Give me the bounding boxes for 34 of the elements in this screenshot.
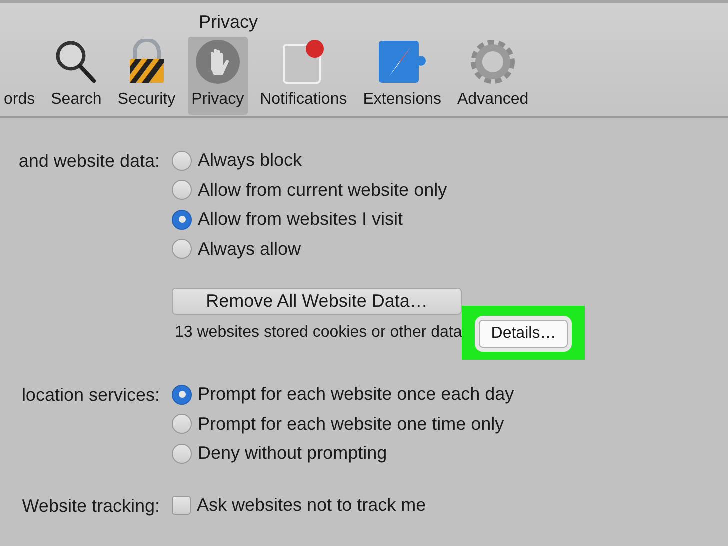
toolbar-tab[interactable]: Search: [47, 37, 106, 115]
toolbar-tab[interactable]: Privacy: [188, 37, 248, 115]
radio-button[interactable]: [172, 210, 192, 230]
radio-button[interactable]: [172, 414, 192, 434]
radio-label: Prompt for each website once each day: [198, 384, 514, 406]
tracking-label: Website tracking:: [21, 494, 160, 518]
compass-icon: [377, 39, 428, 85]
toolbar-tab[interactable]: Security: [114, 37, 180, 115]
notification-icon: [280, 39, 327, 85]
radio-label: Allow from current website only: [198, 180, 448, 201]
radio-button[interactable]: [172, 239, 192, 260]
radio-label: Prompt for each website one time only: [198, 414, 504, 435]
toolbar-tab[interactable]: Extensions: [359, 37, 446, 115]
cookies-label: and website data:: [18, 150, 160, 173]
radio-button[interactable]: [172, 444, 192, 464]
radio-label: Deny without prompting: [198, 443, 388, 464]
toolbar-tab[interactable]: ords: [0, 37, 40, 115]
gear-icon: [470, 39, 516, 85]
search-icon: [54, 39, 98, 85]
radio-label: Allow from websites I visit: [198, 209, 404, 230]
location-label: location services:: [20, 384, 160, 407]
radio-label: Always block: [198, 150, 302, 172]
hand-icon: [194, 39, 241, 85]
toolbar-tab[interactable]: Advanced: [454, 37, 533, 115]
toolbar-tab[interactable]: Notifications: [256, 37, 352, 115]
radio-label: Always allow: [198, 238, 302, 260]
radio-button[interactable]: [172, 180, 192, 200]
radio-button[interactable]: [172, 150, 192, 171]
radio-button[interactable]: [172, 384, 192, 405]
checkbox-label: Ask websites not to track me: [197, 494, 426, 516]
checkbox[interactable]: [172, 496, 191, 515]
remove-data-button[interactable]: Remove All Website Data…: [172, 288, 462, 315]
window-title: Privacy: [199, 12, 258, 33]
stored-data-info: 13 websites stored cookies or other data: [174, 324, 462, 342]
